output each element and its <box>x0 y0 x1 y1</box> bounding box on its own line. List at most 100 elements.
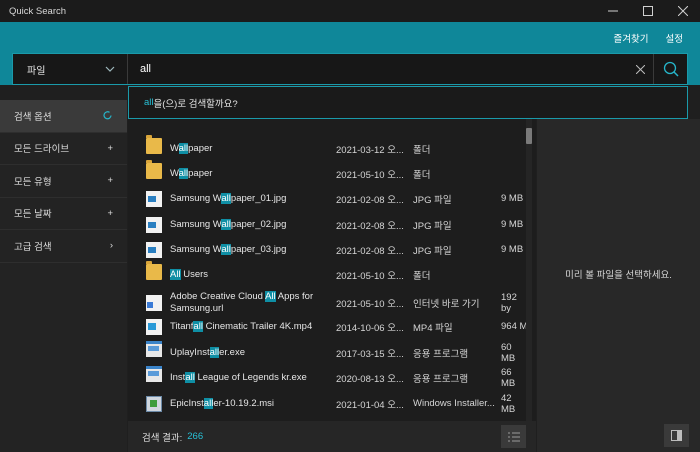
suggestion-text: 을(으)로 검색할까요? <box>153 98 238 110</box>
file-size: 192 by <box>501 292 517 314</box>
file-date: 2017-03-15 오... <box>336 348 404 360</box>
sidebar-item-all-types[interactable]: 모든 유형 + <box>0 165 127 198</box>
close-icon <box>677 6 688 16</box>
search-icon <box>663 61 679 77</box>
refresh-icon <box>103 111 112 120</box>
settings-link[interactable]: 설정 <box>666 31 683 45</box>
file-type: 응용 프로그램 <box>413 373 469 385</box>
scope-label: 파일 <box>27 65 46 77</box>
results-list: Wallpaper 2021-03-12 오... 폴더 Wallpaper 2… <box>128 119 536 421</box>
chevron-down-icon <box>105 66 115 72</box>
file-date: 2021-03-12 오... <box>336 144 404 156</box>
file-name: Samsung Wallpaper_03.jpg <box>170 243 287 255</box>
file-name: Wallpaper <box>170 167 213 179</box>
list-item[interactable]: Install League of Legends kr.exe 2020-08… <box>128 365 528 391</box>
sidebar-item-label: 고급 검색 <box>14 241 52 253</box>
sidebar-item-advanced-search[interactable]: 고급 검색 › <box>0 230 127 263</box>
list-item[interactable]: Wallpaper 2021-03-12 오... 폴더 <box>128 135 528 162</box>
window-controls <box>595 0 700 22</box>
file-name: Samsung Wallpaper_02.jpg <box>170 218 287 230</box>
file-type: JPG 파일 <box>413 220 452 232</box>
file-name: Adobe Creative Cloud All Apps for Samsun… <box>170 291 314 314</box>
list-item[interactable]: Wallpaper 2021-05-10 오... 폴더 <box>128 160 528 187</box>
list-item[interactable]: EpicInstaller-10.19.2.msi 2021-01-04 오..… <box>128 391 528 417</box>
msi-file-icon <box>146 395 162 412</box>
maximize-button[interactable] <box>630 0 665 22</box>
sidebar: 검색 옵션 모든 드라이브 + 모든 유형 + 모든 날짜 + 고급 검색 › <box>0 100 127 452</box>
plus-icon: + <box>107 207 113 219</box>
maximize-icon <box>642 6 653 16</box>
results-footer: 검색 결과: 266 <box>128 421 536 452</box>
video-file-icon <box>146 318 162 335</box>
search-button[interactable] <box>653 54 687 84</box>
exe-file-icon <box>146 341 162 357</box>
sidebar-item-all-dates[interactable]: 모든 날짜 + <box>0 198 127 230</box>
file-size: 9 MB <box>501 244 524 256</box>
search-bar: 파일 <box>0 53 700 85</box>
list-item[interactable]: All Users 2021-05-10 오... 폴더 <box>128 261 528 288</box>
list-view-button[interactable] <box>501 425 526 448</box>
search-suggestion[interactable]: all 을(으)로 검색할까요? <box>128 86 688 119</box>
plus-icon: + <box>107 175 113 187</box>
file-type: JPG 파일 <box>413 194 452 206</box>
image-file-icon <box>146 190 162 207</box>
sidebar-item-label: 모든 유형 <box>14 176 52 188</box>
file-date: 2021-01-04 오... <box>336 399 404 411</box>
search-input[interactable] <box>140 63 627 75</box>
list-item[interactable]: Samsung Wallpaper_02.jpg 2021-02-08 오...… <box>128 212 528 238</box>
scope-dropdown[interactable]: 파일 <box>13 54 128 84</box>
results-scrollbar-thumb[interactable] <box>526 128 532 144</box>
search-box: 파일 <box>12 53 688 85</box>
minimize-button[interactable] <box>595 0 630 22</box>
sidebar-item-all-drives[interactable]: 모든 드라이브 + <box>0 133 127 165</box>
suggestion-query: all <box>144 97 154 108</box>
file-type: 폴더 <box>413 144 431 156</box>
result-count-label: 검색 결과: <box>142 432 183 444</box>
file-date: 2021-05-10 오... <box>336 299 404 310</box>
file-date: 2021-02-08 오... <box>336 245 404 257</box>
list-view-icon <box>507 432 520 441</box>
file-type: Windows Installer... <box>413 398 495 410</box>
file-name: EpicInstaller-10.19.2.msi <box>170 397 275 409</box>
file-name: UplayInstaller.exe <box>170 346 246 358</box>
list-item[interactable]: UplayInstaller.exe 2017-03-15 오... 응용 프로… <box>128 340 528 366</box>
window-title: Quick Search <box>9 5 67 17</box>
list-item[interactable]: Samsung Wallpaper_03.jpg 2021-02-08 오...… <box>128 237 528 263</box>
sidebar-item-label: 모든 드라이브 <box>14 144 70 156</box>
exe-file-icon <box>146 366 162 382</box>
file-type: 응용 프로그램 <box>413 348 469 360</box>
minimize-icon <box>607 10 618 12</box>
plus-icon: + <box>107 142 113 154</box>
url-file-icon <box>146 295 162 311</box>
header-bar: 즐겨찾기 설정 <box>0 22 700 53</box>
file-type: MP4 파일 <box>413 322 453 334</box>
list-item[interactable]: Samsung Wallpaper_01.jpg 2021-02-08 오...… <box>128 186 528 212</box>
favorites-link[interactable]: 즐겨찾기 <box>614 31 649 45</box>
close-button[interactable] <box>665 0 700 22</box>
sidebar-item-label: 모든 날짜 <box>14 209 52 221</box>
image-file-icon <box>146 241 162 258</box>
result-count: 266 <box>187 431 204 442</box>
file-size: 9 MB <box>501 193 524 205</box>
file-date: 2021-05-10 오... <box>336 169 404 181</box>
clear-button[interactable] <box>627 54 653 84</box>
file-type: JPG 파일 <box>413 245 452 257</box>
file-date: 2020-08-13 오... <box>336 373 404 385</box>
file-size: 9 MB <box>501 219 524 231</box>
file-size: 964 M <box>501 321 528 333</box>
folder-icon <box>146 160 162 179</box>
results-scrollbar-track[interactable] <box>526 119 532 421</box>
sidebar-item-label: 검색 옵션 <box>14 111 52 123</box>
sidebar-item-search-options[interactable]: 검색 옵션 <box>0 100 127 133</box>
clear-icon <box>635 64 645 74</box>
search-input-wrap <box>128 54 627 84</box>
file-size: 42 MB <box>501 392 516 415</box>
file-date: 2014-10-06 오... <box>336 322 404 334</box>
preview-placeholder: 미리 볼 파일을 선택하세요. <box>565 270 672 281</box>
file-type: 인터넷 바로 가기 <box>413 299 480 310</box>
list-item[interactable]: Titanfall Cinematic Trailer 4K.mp4 2014-… <box>128 314 528 340</box>
file-name: Install League of Legends kr.exe <box>170 371 307 383</box>
preview-toggle-button[interactable] <box>664 424 689 447</box>
file-date: 2021-02-08 오... <box>336 220 404 232</box>
title-bar: Quick Search <box>0 0 700 22</box>
